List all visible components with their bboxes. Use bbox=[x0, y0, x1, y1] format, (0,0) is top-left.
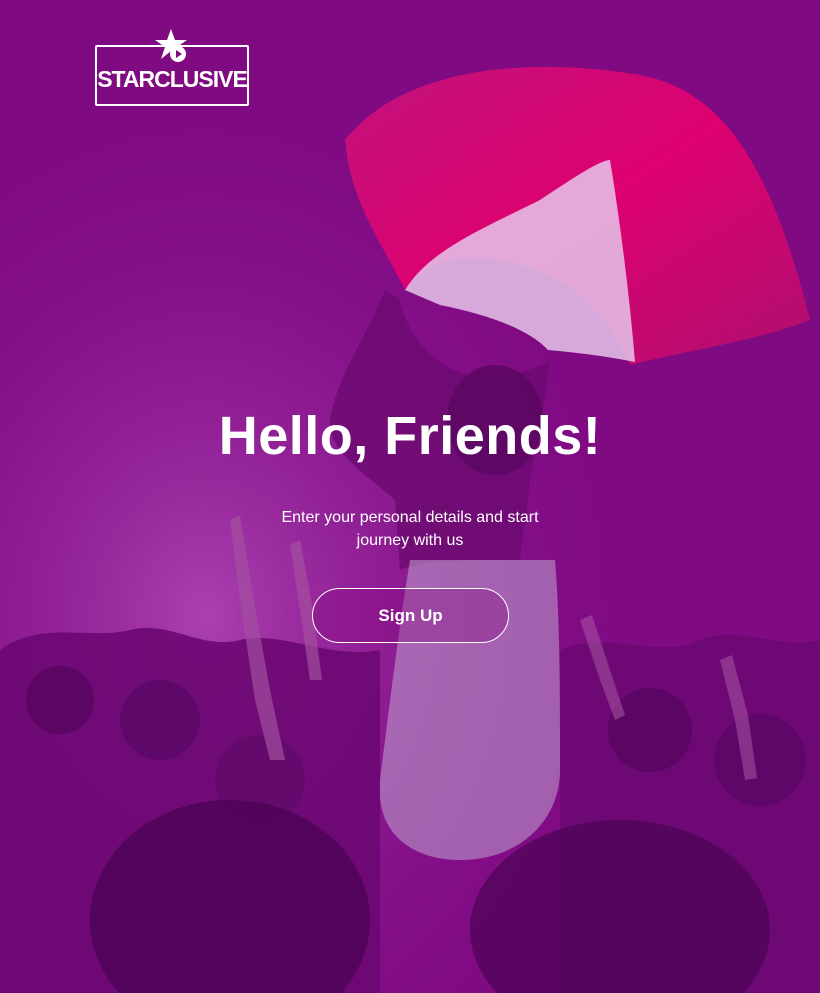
page-title: Hello, Friends! bbox=[218, 406, 602, 466]
logo-wordmark: STARCLUSIVE bbox=[97, 66, 248, 92]
hero-section: Hello, Friends! Enter your personal deta… bbox=[0, 400, 820, 549]
sign-up-button[interactable]: Sign Up bbox=[312, 588, 509, 643]
welcome-screen: STARCLUSIVE Hello, Friends! Enter your p… bbox=[0, 0, 820, 993]
star-play-icon bbox=[155, 29, 187, 62]
background-photo bbox=[0, 0, 820, 993]
hero-subtitle: Enter your personal details and start jo… bbox=[281, 509, 539, 549]
brand-logo[interactable]: STARCLUSIVE bbox=[95, 28, 249, 106]
